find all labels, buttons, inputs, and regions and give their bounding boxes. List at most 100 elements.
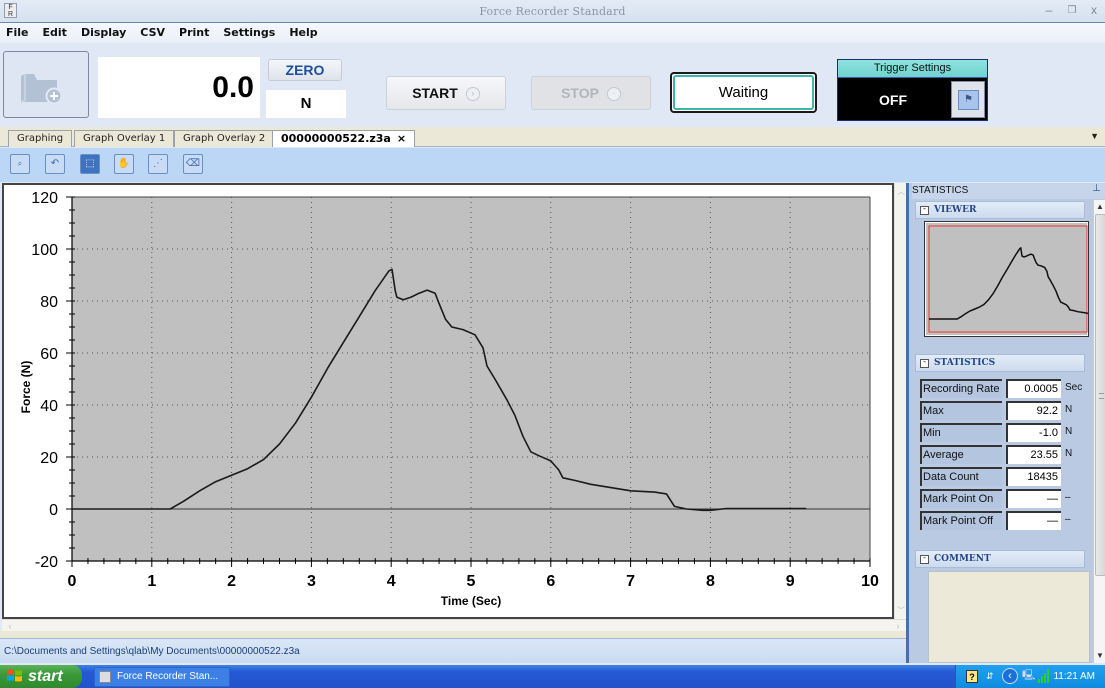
- start-label: START: [412, 85, 458, 101]
- chart-panel: -20 0 20 40 60 80 100 120 0 1 2 3 4 5 6 7 8 9 10 Time (Sec)…: [2, 183, 894, 619]
- minimize-button[interactable]: –: [1041, 3, 1057, 18]
- scrollbar-thumb[interactable]: [1095, 214, 1105, 576]
- zero-button[interactable]: ZERO: [268, 59, 342, 81]
- zoom-100-icon[interactable]: ⌕: [10, 154, 30, 174]
- stat-value: 92.2: [1006, 401, 1061, 420]
- stat-value: 23.55: [1006, 445, 1061, 464]
- scroll-up-icon[interactable]: ▲: [1094, 201, 1105, 213]
- menu-print[interactable]: Print: [172, 23, 216, 43]
- stat-unit: –: [1065, 514, 1071, 525]
- tab-close-icon[interactable]: ×: [397, 132, 406, 145]
- stat-label: Mark Point Off: [920, 511, 1002, 530]
- x-tick-label: 1: [147, 573, 156, 590]
- stop-button[interactable]: STOP ·: [531, 76, 651, 110]
- x-tick-label: 2: [227, 573, 236, 590]
- force-reading-display: 0.0: [98, 57, 260, 118]
- x-tick-label: 7: [626, 573, 635, 590]
- trigger-state[interactable]: OFF: [838, 79, 948, 121]
- clock: 11:21 AM: [1053, 671, 1095, 682]
- taskbar-app-label: Force Recorder Stan...: [117, 671, 219, 682]
- start-button[interactable]: START ›: [386, 76, 506, 110]
- taskbar-app-item[interactable]: Force Recorder Stan...: [94, 667, 230, 687]
- status-indicator: Waiting: [670, 72, 817, 113]
- safely-remove-icon[interactable]: ⇵: [986, 670, 994, 682]
- help-icon[interactable]: ?: [966, 670, 978, 683]
- box-zoom-icon[interactable]: ⬚: [80, 154, 100, 174]
- open-file-button[interactable]: [3, 51, 89, 118]
- statistics-panel-title: STATISTICS: [912, 183, 1105, 199]
- status-text: Waiting: [673, 75, 814, 110]
- viewer-label: VIEWER: [934, 205, 977, 215]
- stat-min: Min -1.0 N: [920, 423, 1100, 444]
- chevron-right-icon: ›: [465, 87, 480, 102]
- stat-label: Min: [920, 423, 1002, 442]
- collapse-icon: -: [920, 358, 929, 368]
- tab-file[interactable]: 00000000522.z3a ×: [272, 130, 416, 147]
- stat-label: Average: [920, 445, 1002, 464]
- menu-help[interactable]: Help: [282, 23, 324, 43]
- stat-data-count: Data Count 18435: [920, 467, 1100, 488]
- flag-icon: ⚑: [958, 90, 979, 110]
- x-tick-label: 9: [786, 573, 795, 590]
- close-button[interactable]: x: [1086, 3, 1102, 18]
- comment-section-header[interactable]: - COMMENT: [915, 550, 1085, 568]
- comment-textarea[interactable]: [928, 571, 1090, 663]
- y-tick-label: 120: [31, 190, 58, 207]
- signal-icon[interactable]: [1038, 669, 1050, 686]
- stat-unit: –: [1065, 492, 1071, 503]
- stat-max: Max 92.2 N: [920, 401, 1100, 422]
- show-hidden-icons[interactable]: ‹: [1002, 668, 1018, 684]
- x-tick-label: 0: [68, 573, 77, 590]
- collapse-icon: -: [920, 205, 929, 215]
- panel-scrollbar[interactable]: ▲ ▼: [1093, 200, 1105, 663]
- stat-label: Mark Point On: [920, 489, 1002, 508]
- menu-display[interactable]: Display: [74, 23, 133, 43]
- clear-marks-icon[interactable]: ⌫: [183, 154, 203, 174]
- undo-zoom-icon[interactable]: ↶: [45, 154, 65, 174]
- mark-points-icon[interactable]: ⋰: [148, 154, 168, 174]
- viewer-thumbnail[interactable]: [924, 221, 1089, 337]
- trigger-settings-panel: Trigger Settings OFF ⚑: [837, 59, 988, 121]
- chart-horizontal-scrollbar[interactable]: ‹ ›: [2, 619, 906, 631]
- pin-icon[interactable]: ⊥: [1092, 183, 1101, 194]
- collapse-icon: -: [920, 554, 929, 564]
- trigger-settings-button[interactable]: ⚑: [951, 81, 985, 118]
- tab-graph-overlay-1[interactable]: Graph Overlay 1: [74, 130, 175, 147]
- tab-strip: Graphing Graph Overlay 1 Graph Overlay 2…: [0, 127, 1105, 147]
- menu-settings[interactable]: Settings: [216, 23, 282, 43]
- main-toolbar: 0.0 ZERO N START › STOP · Waiting Trigger …: [0, 43, 1105, 127]
- stat-value: -1.0: [1006, 423, 1061, 442]
- stat-value: —: [1006, 489, 1061, 508]
- viewer-background: [926, 223, 1087, 335]
- tab-list-dropdown-icon[interactable]: ▼: [1090, 131, 1099, 141]
- stat-mark-point-on: Mark Point On — –: [920, 489, 1100, 510]
- restore-button[interactable]: ❐: [1064, 3, 1080, 18]
- plot-area: [72, 197, 870, 561]
- y-tick-label: 0: [49, 502, 58, 519]
- menu-edit[interactable]: Edit: [36, 23, 74, 43]
- tab-graphing[interactable]: Graphing: [8, 130, 73, 147]
- scroll-down-icon[interactable]: ▼: [1094, 650, 1105, 662]
- folder-add-icon: [20, 74, 63, 104]
- stat-value: 18435: [1006, 467, 1061, 486]
- x-axis-label: Time (Sec): [441, 594, 501, 608]
- chart-vertical-scrollbar[interactable]: ︿ ﹀: [894, 183, 906, 619]
- stat-unit: Sec: [1065, 382, 1083, 393]
- menu-csv[interactable]: CSV: [133, 23, 172, 43]
- start-button-os[interactable]: start: [0, 665, 82, 688]
- x-tick-label: 8: [706, 573, 715, 590]
- force-time-chart[interactable]: -20 0 20 40 60 80 100 120 0 1 2 3 4 5 6 7 8 9 10 Time (Sec)…: [4, 185, 892, 617]
- y-axis-label: Force (N): [19, 361, 33, 414]
- menu-file[interactable]: File: [0, 23, 36, 43]
- x-tick-label: 3: [307, 573, 316, 590]
- tab-graph-overlay-2[interactable]: Graph Overlay 2: [174, 130, 275, 147]
- unit-display[interactable]: N: [266, 90, 346, 118]
- viewer-section-header[interactable]: - VIEWER: [915, 201, 1085, 219]
- statistics-section-header[interactable]: - STATISTICS: [915, 354, 1085, 372]
- network-icon[interactable]: 🖳: [1022, 670, 1035, 682]
- x-tick-label: 5: [467, 573, 476, 590]
- y-tick-label: 20: [40, 450, 58, 467]
- y-tick-label: 80: [40, 294, 58, 311]
- taskbar: start Force Recorder Stan... ? ⇵ ‹ 🖳 11:…: [0, 665, 1105, 688]
- pan-hand-icon[interactable]: ✋: [114, 154, 134, 174]
